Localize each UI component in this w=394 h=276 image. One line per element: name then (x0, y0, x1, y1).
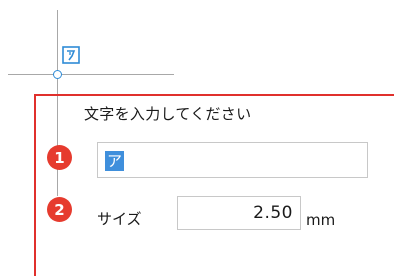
crosshair-horizontal-line (8, 74, 174, 75)
size-label: サイズ (97, 210, 142, 228)
text-input-field[interactable]: ア (97, 142, 368, 178)
text-input-selected-value: ア (105, 151, 125, 171)
step-1-badge: 1 (47, 145, 72, 170)
insertion-point-marker (53, 70, 62, 79)
step-2-badge: 2 (47, 197, 72, 222)
size-unit-label: mm (306, 211, 336, 229)
text-tool-icon (62, 46, 80, 64)
input-prompt-label: 文字を入力してください (84, 105, 252, 123)
crosshair-vertical-line (57, 10, 58, 96)
size-input-value: 2.50 (253, 203, 293, 223)
size-input-field[interactable]: 2.50 (177, 196, 301, 230)
